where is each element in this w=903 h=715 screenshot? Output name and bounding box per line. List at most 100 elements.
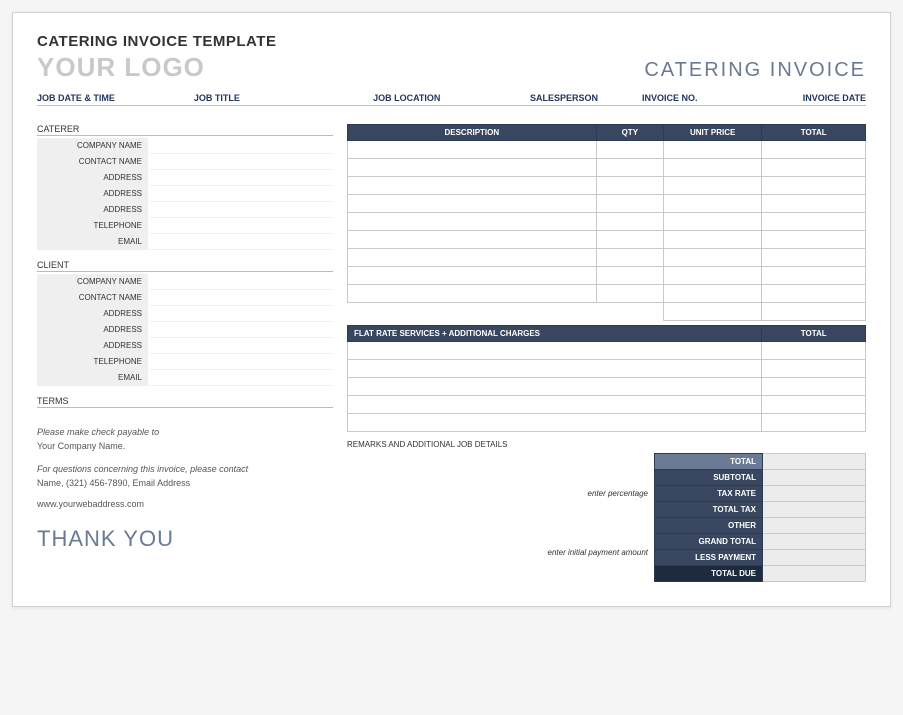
summary-row-grand-total: GRAND TOTAL [655,534,866,550]
flat-row[interactable] [348,342,866,360]
flat-header-total: TOTAL [762,326,866,342]
logo-placeholder: YOUR LOGO [37,52,205,83]
items-header-unit-price: UNIT PRICE [663,125,761,141]
caterer-contact-label: CONTACT NAME [37,154,149,170]
summary-value-tax-rate[interactable] [763,486,866,502]
client-company-label: COMPANY NAME [37,274,149,290]
items-header-qty: QTY [596,125,663,141]
client-email-value[interactable] [149,370,333,386]
items-row[interactable] [348,213,866,231]
items-row[interactable] [348,267,866,285]
client-address2-value[interactable] [149,322,333,338]
caterer-contact-value[interactable] [149,154,333,170]
remarks-label: REMARKS AND ADDITIONAL JOB DETAILS [347,440,866,449]
footer-questions-line: For questions concerning this invoice, p… [37,463,333,477]
footer-payable-line: Please make check payable to [37,426,333,440]
caterer-company-label: COMPANY NAME [37,138,149,154]
caterer-section-label: CATERER [37,124,333,136]
summary-label-subtotal: SUBTOTAL [655,470,763,486]
summary-value-less-payment[interactable] [763,550,866,566]
summary-label-total: TOTAL [655,454,763,470]
client-contact-value[interactable] [149,290,333,306]
meta-invoice-date: INVOICE DATE [754,93,866,103]
flat-header-row: FLAT RATE SERVICES + ADDITIONAL CHARGES … [348,326,866,342]
caterer-telephone-label: TELEPHONE [37,218,149,234]
summary-value-total[interactable] [763,454,866,470]
flat-row[interactable] [348,414,866,432]
client-address2-label: ADDRESS [37,322,149,338]
caterer-email-value[interactable] [149,234,333,250]
items-row[interactable] [348,285,866,303]
items-header-total: TOTAL [762,125,866,141]
summary-row-less-payment: LESS PAYMENT [655,550,866,566]
right-column: DESCRIPTION QTY UNIT PRICE TOTAL [347,124,866,582]
caterer-address2-value[interactable] [149,186,333,202]
client-section-label: CLIENT [37,260,333,272]
summary-value-grand-total[interactable] [763,534,866,550]
items-row[interactable] [348,159,866,177]
summary-row-other: OTHER [655,518,866,534]
meta-job-date-time: JOB DATE & TIME [37,93,194,103]
summary-label-grand-total: GRAND TOTAL [655,534,763,550]
items-row[interactable] [348,177,866,195]
client-telephone-value[interactable] [149,354,333,370]
meta-salesperson: SALESPERSON [530,93,642,103]
summary-label-less-payment: LESS PAYMENT [655,550,763,566]
items-table: DESCRIPTION QTY UNIT PRICE TOTAL [347,124,866,321]
flat-row[interactable] [348,360,866,378]
items-row[interactable] [348,249,866,267]
client-address1-value[interactable] [149,306,333,322]
client-info-block: COMPANY NAME CONTACT NAME ADDRESS ADDRES… [37,274,333,386]
items-subtotal-row: TOTAL [348,303,866,321]
summary-row-total-due: TOTAL DUE [655,566,866,582]
footer-company-line: Your Company Name. [37,440,333,454]
items-subtotal-value [762,303,866,321]
client-contact-label: CONTACT NAME [37,290,149,306]
items-header-row: DESCRIPTION QTY UNIT PRICE TOTAL [348,125,866,141]
caterer-info-block: COMPANY NAME CONTACT NAME ADDRESS ADDRES… [37,138,333,250]
client-email-label: EMAIL [37,370,149,386]
caterer-telephone-value[interactable] [149,218,333,234]
caterer-address3-label: ADDRESS [37,202,149,218]
summary-value-other[interactable] [763,518,866,534]
content-area: CATERER COMPANY NAME CONTACT NAME ADDRES… [37,124,866,582]
flat-row[interactable] [348,396,866,414]
client-address3-value[interactable] [149,338,333,354]
summary-row-total-tax: TOTAL TAX [655,502,866,518]
items-row[interactable] [348,141,866,159]
summary-value-subtotal[interactable] [763,470,866,486]
flat-rate-table: FLAT RATE SERVICES + ADDITIONAL CHARGES … [347,325,866,432]
footer-url-line: www.yourwebaddress.com [37,498,333,512]
summary-label-tax-rate: TAX RATE [655,486,763,502]
summary-area: enter percentage enter initial payment a… [347,453,866,582]
caterer-address3-value[interactable] [149,202,333,218]
caterer-address1-value[interactable] [149,170,333,186]
summary-row-total: TOTAL [655,454,866,470]
caterer-email-label: EMAIL [37,234,149,250]
summary-row-tax-rate: TAX RATE [655,486,866,502]
summary-label-total-due: TOTAL DUE [655,566,763,582]
items-row[interactable] [348,195,866,213]
client-address1-label: ADDRESS [37,306,149,322]
meta-job-title: JOB TITLE [194,93,373,103]
meta-job-location: JOB LOCATION [373,93,530,103]
client-telephone-label: TELEPHONE [37,354,149,370]
footer-contact-line: Name, (321) 456-7890, Email Address [37,477,333,491]
meta-invoice-no: INVOICE NO. [642,93,754,103]
items-row[interactable] [348,231,866,249]
caterer-address2-label: ADDRESS [37,186,149,202]
template-title: CATERING INVOICE TEMPLATE [37,33,866,50]
items-subtotal-label: TOTAL [663,303,761,321]
hint-percentage: enter percentage [347,489,648,498]
caterer-company-value[interactable] [149,138,333,154]
summary-value-total-due[interactable] [763,566,866,582]
summary-label-total-tax: TOTAL TAX [655,502,763,518]
flat-header-title: FLAT RATE SERVICES + ADDITIONAL CHARGES [348,326,762,342]
summary-label-other: OTHER [655,518,763,534]
client-address3-label: ADDRESS [37,338,149,354]
summary-table: TOTAL SUBTOTAL TAX RATE TOTAL TAX OTHER … [654,453,866,582]
invoice-title: CATERING INVOICE [644,59,866,82]
summary-value-total-tax[interactable] [763,502,866,518]
flat-row[interactable] [348,378,866,396]
client-company-value[interactable] [149,274,333,290]
